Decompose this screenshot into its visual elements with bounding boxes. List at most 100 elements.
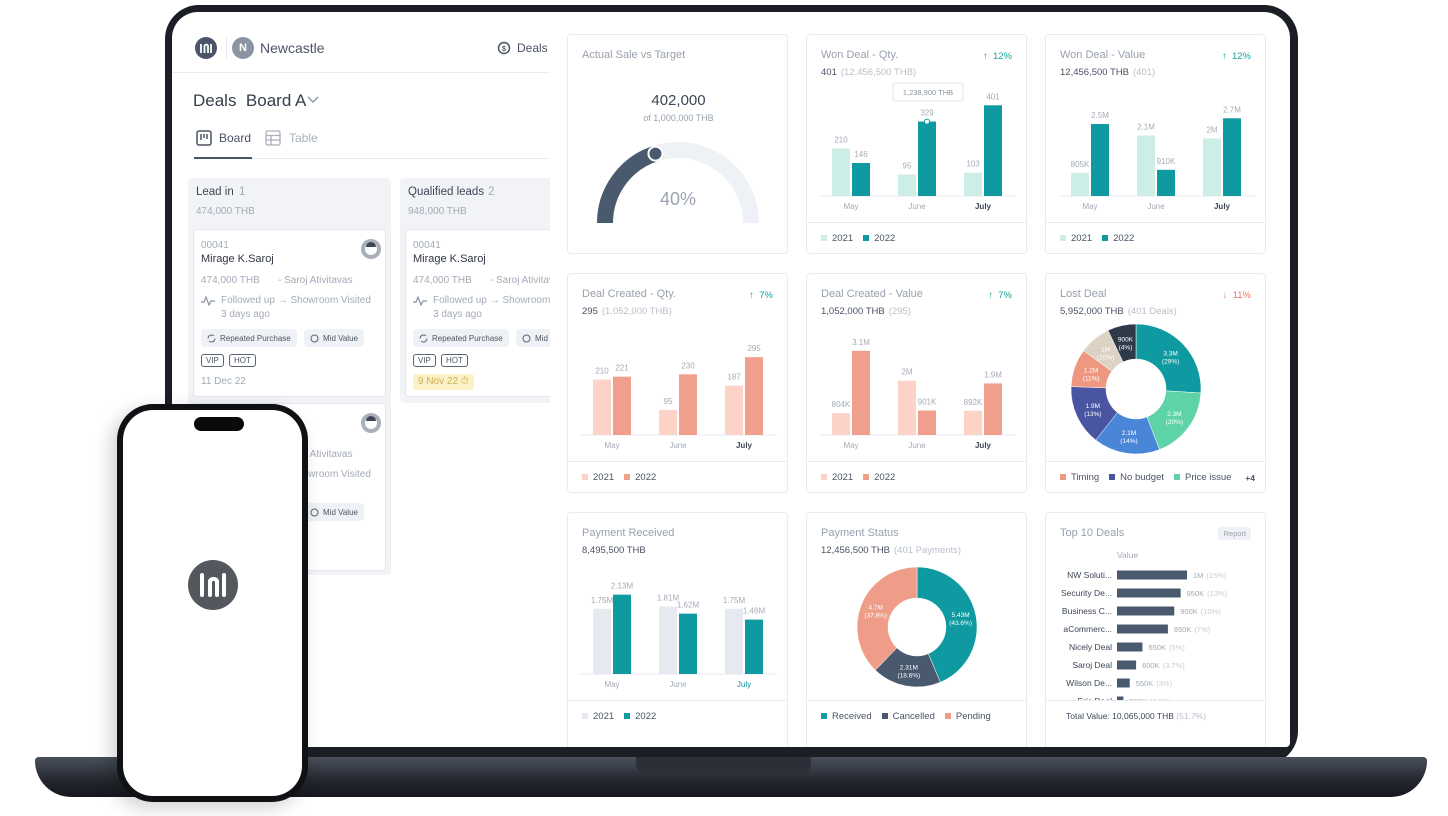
row-name[interactable]: Nicely Deal (1069, 642, 1112, 652)
bar[interactable] (1117, 660, 1137, 670)
legend-item[interactable]: Price issue (1174, 472, 1231, 483)
won-deal-qty-card[interactable]: Won Deal - Qty. 401 (12,456,500 THB) ↑ 12% 2… (806, 34, 1027, 254)
bar[interactable] (964, 410, 982, 435)
deal-created-qty-card[interactable]: Deal Created - Qty. 295 (1,052,000 THB) ↑ 7… (567, 273, 788, 493)
bar[interactable] (745, 619, 763, 674)
row-value-amount: 900K (1180, 607, 1198, 616)
bar[interactable] (593, 379, 611, 435)
report-button[interactable]: Report (1218, 527, 1251, 540)
bar[interactable] (918, 410, 936, 435)
bar[interactable] (1157, 169, 1175, 196)
legend-item[interactable]: 2021 (821, 472, 853, 483)
legend-item[interactable]: Received (821, 711, 872, 722)
activity-text: Followed up → Showroom Visited (221, 295, 371, 306)
row-name[interactable]: Business C... (1062, 606, 1112, 616)
bar[interactable] (1071, 172, 1089, 196)
slice-value: 1.2M (1084, 367, 1098, 374)
board-icon (196, 130, 212, 146)
legend-item[interactable]: Pending (944, 711, 991, 722)
bar[interactable] (1091, 124, 1109, 196)
nav-deals[interactable]: Deals (517, 41, 548, 55)
legend-item[interactable]: No budget (1109, 472, 1164, 483)
column-count: 2 (488, 186, 495, 198)
bar[interactable] (679, 613, 697, 674)
chevron-down-icon[interactable] (307, 96, 319, 104)
legend-label: 2022 (874, 472, 896, 483)
legend-item[interactable]: 2022 (863, 233, 895, 244)
bar[interactable] (1117, 624, 1168, 634)
workspace-avatar[interactable]: N (232, 37, 254, 59)
bar[interactable] (898, 174, 916, 196)
legend-more[interactable]: +4 (1245, 473, 1255, 483)
lost-deal-card[interactable]: Lost Deal 5,952,000 THB (401 Deals) ↓ 11% 3.… (1045, 273, 1266, 493)
legend-label: No budget (1120, 472, 1164, 483)
bar[interactable] (745, 357, 763, 435)
bar[interactable] (1117, 570, 1187, 580)
legend-item[interactable]: 2022 (1102, 233, 1134, 244)
won-deal-value-card[interactable]: Won Deal - Value 12,456,500 THB (401) ↑ 12%… (1045, 34, 1266, 254)
bar[interactable] (1223, 118, 1241, 196)
legend-item[interactable]: Cancelled (881, 711, 935, 722)
chip-mid-value: Mid Value (304, 329, 364, 347)
tab-board[interactable]: Board (219, 131, 251, 145)
deal-name[interactable]: Mirage K.Saroj (201, 253, 274, 265)
row-name[interactable]: Wilson De... (1066, 678, 1112, 688)
bar[interactable] (984, 105, 1002, 196)
bar[interactable] (679, 374, 697, 435)
legend-item[interactable]: 2022 (624, 472, 656, 483)
app-logo-icon[interactable] (195, 37, 217, 59)
bar[interactable] (984, 383, 1002, 435)
row-name[interactable]: NW Soluti... (1067, 570, 1112, 580)
deal-name[interactable]: Mirage K.Saroj (413, 253, 486, 265)
bar[interactable] (852, 350, 870, 435)
x-tick-label: June (908, 202, 926, 211)
header-divider-line (172, 72, 550, 73)
top-deals-card[interactable]: Top 10 Deals NW Soluti... 1M (15%) Security … (1045, 512, 1266, 747)
bar[interactable] (1117, 606, 1175, 616)
legend-item[interactable]: 2021 (1060, 233, 1092, 244)
legend-item[interactable]: 2021 (582, 472, 614, 483)
payment-received-card[interactable]: Payment Received 8,495,500 THB 1.75M 1.81M 1… (567, 512, 788, 747)
bar[interactable] (832, 148, 850, 197)
gauge-card-actual-sale-vs-target[interactable]: Actual Sale vs Target 402,000 of 1,000,0… (567, 34, 788, 254)
bar[interactable] (852, 162, 870, 196)
bar[interactable] (1137, 135, 1155, 196)
bar[interactable] (613, 376, 631, 435)
bar[interactable] (725, 608, 743, 674)
deal-card[interactable]: 00041 Mirage K.Saroj 474,000 THB - Saroj… (405, 229, 550, 397)
bar[interactable] (898, 380, 916, 435)
bar[interactable] (593, 608, 611, 674)
legend-item[interactable]: 2022 (624, 711, 656, 722)
owner-avatar[interactable] (361, 413, 381, 433)
bar[interactable] (725, 385, 743, 435)
bar[interactable] (964, 172, 982, 196)
bar[interactable] (918, 121, 936, 196)
legend-item[interactable]: 2022 (863, 472, 895, 483)
legend-item[interactable]: 2021 (582, 711, 614, 722)
bar[interactable] (832, 413, 850, 435)
legend-swatch (582, 474, 588, 481)
payment-status-card[interactable]: Payment Status 12,456,500 THB (401 Payment… (806, 512, 1027, 747)
data-label: 2.5M (1091, 111, 1109, 120)
tab-table[interactable]: Table (289, 131, 318, 145)
slice-value: 2.3M (1167, 411, 1181, 418)
row-name[interactable]: aCommerc... (1063, 624, 1112, 634)
bar[interactable] (659, 409, 677, 435)
workspace-name[interactable]: Newcastle (260, 40, 325, 56)
row-name[interactable]: Security De... (1061, 588, 1112, 598)
bar[interactable] (1117, 642, 1143, 652)
bar[interactable] (1117, 588, 1181, 598)
deal-created-value-card[interactable]: Deal Created - Value 1,052,000 THB (295) ↑ … (806, 273, 1027, 493)
legend-item[interactable]: 2021 (821, 233, 853, 244)
owner-avatar[interactable] (361, 239, 381, 259)
slice-value: 1M (1101, 346, 1110, 353)
bar[interactable] (613, 594, 631, 674)
deal-card[interactable]: 00041 Mirage K.Saroj 474,000 THB - Saroj… (193, 229, 386, 397)
bar[interactable] (1117, 678, 1130, 688)
row-name[interactable]: Saroj Deal (1072, 660, 1112, 670)
legend-divider (568, 461, 787, 462)
bar[interactable] (1203, 138, 1221, 196)
bar[interactable] (659, 606, 677, 674)
legend-swatch (1060, 474, 1066, 481)
legend-item[interactable]: Timing (1060, 472, 1099, 483)
